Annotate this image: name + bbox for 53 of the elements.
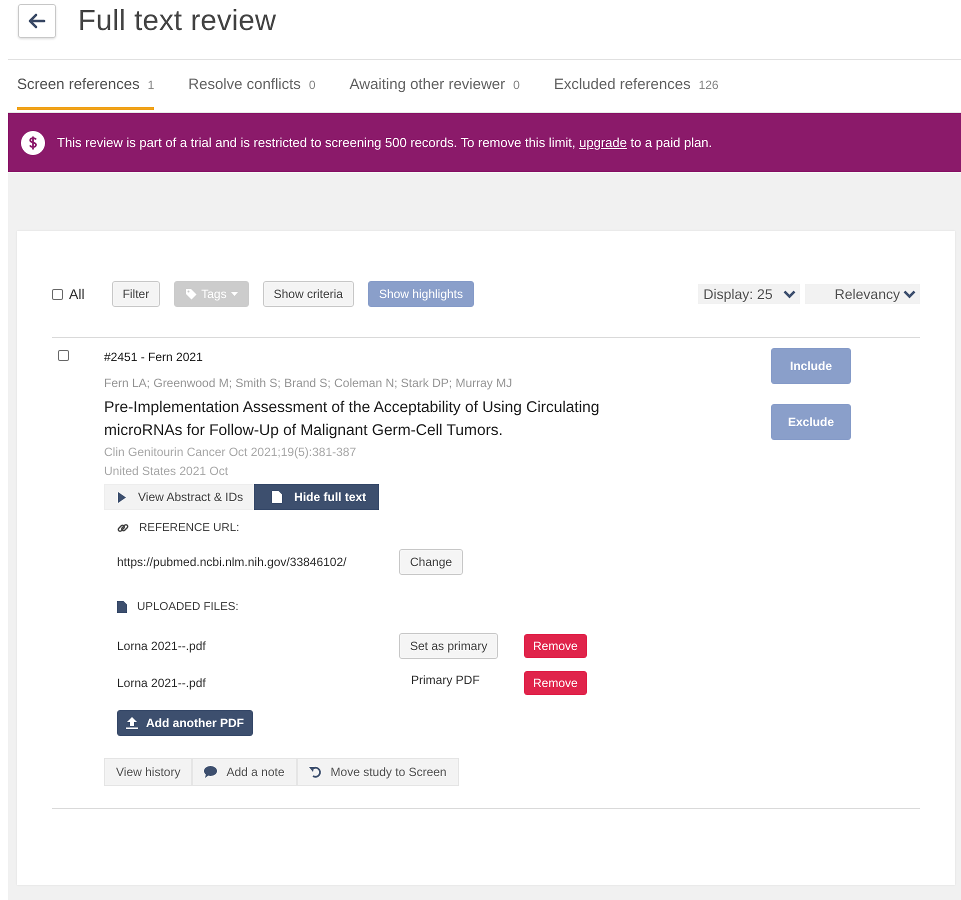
back-button[interactable] <box>18 4 56 38</box>
sort-dropdown[interactable]: Relevancy <box>804 284 920 304</box>
reference-country-date: United States 2021 Oct <box>104 463 230 480</box>
tag-icon <box>185 288 198 300</box>
toolbar-button[interactable]: Show criteria <box>262 281 354 307</box>
chevron-down-icon <box>903 290 916 298</box>
reference-url: https://pubmed.ncbi.nlm.nih.gov/33846102/ <box>117 555 348 569</box>
document-icon <box>272 491 282 503</box>
select-all-label: All <box>69 286 85 302</box>
upgrade-link[interactable]: upgrade <box>579 135 627 150</box>
remove-button[interactable]: Remove <box>524 634 587 658</box>
tab-count: 1 <box>148 78 154 92</box>
toolbar-button[interactable]: Filter <box>112 281 160 307</box>
page-title: Full text review <box>78 4 276 38</box>
reference-url-label: REFERENCE URL: <box>139 522 240 534</box>
reference-authors: Fern LA; Greenwood M; Smith S; Brand S; Coleman N; Stark DP; Murray MJ <box>104 376 514 390</box>
tab[interactable]: Screen references 1 <box>17 60 154 110</box>
file-name: Lorna 2021--.pdf <box>117 639 207 653</box>
tab[interactable]: Awaiting other reviewer 0 <box>350 60 520 110</box>
link-icon <box>117 522 129 534</box>
file-name: Lorna 2021--.pdf <box>117 676 207 690</box>
footer-button[interactable]: View history <box>104 758 192 786</box>
select-all-checkbox[interactable] <box>52 288 63 300</box>
chevron-down-icon <box>782 290 796 298</box>
primary-pdf-label: Primary PDF <box>410 673 480 687</box>
caret-icon <box>230 292 238 296</box>
change-button[interactable]: Change <box>399 549 464 575</box>
uploaded-files-label: UPLOADED FILES: <box>137 601 239 613</box>
tab-count: 126 <box>698 78 719 92</box>
reference-journal: Clin Genitourin Cancer Oct 2021;19(5):381-387 <box>104 444 358 461</box>
back-arrow-icon <box>28 13 46 29</box>
reference-id: #2451 - Fern 2021 <box>104 350 204 364</box>
comment-icon <box>204 766 218 778</box>
file-icon <box>117 601 127 613</box>
undo-icon <box>308 766 322 778</box>
dollar-icon <box>21 130 45 154</box>
display-dropdown[interactable]: Display: 25 <box>698 284 800 304</box>
footer-button[interactable]: Move study to Screen <box>296 758 459 786</box>
upload-icon <box>126 717 138 729</box>
tab[interactable]: Excluded references 126 <box>554 60 719 110</box>
reference-title: Pre-Implementation Assessment of the Acceptability of Using Circulating microRNAs for Follow-Up of Malignant Germ-Cell Tumors. <box>104 398 600 441</box>
view-tab[interactable]: View Abstract & IDs <box>104 484 254 510</box>
reference-checkbox[interactable] <box>58 350 69 361</box>
trial-message: This review is part of a trial and is restricted to screening 500 records. To remove this limit, upgrade to a paid plan. <box>57 135 712 150</box>
tab[interactable]: Resolve conflicts 0 <box>188 60 316 110</box>
add-pdf-button[interactable]: Add another PDF <box>117 710 253 736</box>
play-icon <box>118 492 126 502</box>
footer-button[interactable]: Add a note <box>192 758 297 786</box>
view-tab[interactable]: Hide full text <box>254 484 380 510</box>
remove-button[interactable]: Remove <box>524 671 587 695</box>
set-primary-button[interactable]: Set as primary <box>399 633 498 659</box>
tab-count: 0 <box>513 78 520 92</box>
tab-count: 0 <box>308 78 316 92</box>
